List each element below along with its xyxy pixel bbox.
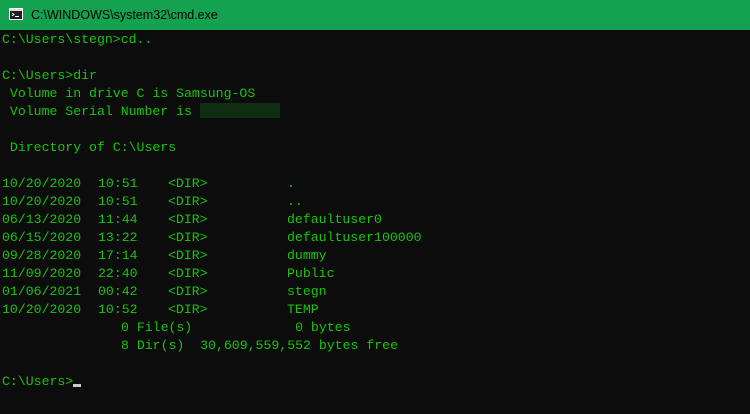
- redacted-serial-number: [199, 103, 280, 118]
- dirs-summary-line: 8 Dir(s) 30,609,559,552 bytes free: [2, 337, 748, 355]
- directory-entry: 10/20/2020 10:51 <DIR> ..: [2, 193, 748, 211]
- text-cursor: [73, 384, 82, 387]
- entry-name: defaultuser0: [287, 212, 382, 227]
- entry-time: 00:42: [98, 284, 138, 299]
- entry-name: .: [287, 176, 295, 191]
- entry-time: 10:51: [98, 194, 138, 209]
- entry-type: <DIR>: [168, 302, 208, 317]
- entry-type: <DIR>: [168, 212, 208, 227]
- directory-entry: 09/28/2020 17:14 <DIR> dummy: [2, 247, 748, 265]
- directory-entry: 11/09/2020 22:40 <DIR> Public: [2, 265, 748, 283]
- entry-type: <DIR>: [168, 248, 208, 263]
- command-line-dir: C:\Users>dir: [2, 68, 97, 83]
- serial-number-line: Volume Serial Number is: [2, 103, 748, 121]
- command-line-cd: C:\Users\stegn>cd..: [2, 32, 153, 47]
- directory-entry: 01/06/2021 00:42 <DIR> stegn: [2, 283, 748, 301]
- entry-name: TEMP: [287, 302, 319, 317]
- directory-entry: 10/20/2020 10:52 <DIR> TEMP: [2, 301, 748, 319]
- volume-label-line: Volume in drive C is Samsung-OS: [2, 86, 256, 101]
- entry-date: 09/28/2020: [2, 248, 82, 263]
- prompt-line[interactable]: C:\Users>: [2, 373, 748, 391]
- entry-date: 10/20/2020: [2, 194, 82, 209]
- entry-type: <DIR>: [168, 230, 208, 245]
- files-summary: 0 File(s) 0 bytes: [121, 320, 351, 335]
- window-title: C:\WINDOWS\system32\cmd.exe: [31, 8, 218, 22]
- cmd-icon: [9, 8, 23, 20]
- directory-entry: 06/13/2020 11:44 <DIR> defaultuser0: [2, 211, 748, 229]
- directory-of-line: Directory of C:\Users: [2, 140, 177, 155]
- entry-type: <DIR>: [168, 266, 208, 281]
- entry-time: 13:22: [98, 230, 138, 245]
- directory-entry: 10/20/2020 10:51 <DIR> .: [2, 175, 748, 193]
- entry-time: 10:52: [98, 302, 138, 317]
- files-summary-line: 0 File(s) 0 bytes: [2, 319, 748, 337]
- cmd-window: C:\WINDOWS\system32\cmd.exe C:\Users\ste…: [0, 0, 750, 414]
- entry-name: defaultuser100000: [287, 230, 422, 245]
- entry-time: 10:51: [98, 176, 138, 191]
- entry-date: 10/20/2020: [2, 176, 82, 191]
- entry-name: Public: [287, 266, 335, 281]
- entry-time: 22:40: [98, 266, 138, 281]
- console-output[interactable]: C:\Users\stegn>cd.. C:\Users>dir Volume …: [2, 31, 748, 414]
- entry-date: 11/09/2020: [2, 266, 82, 281]
- entry-name: dummy: [287, 248, 327, 263]
- title-bar[interactable]: C:\WINDOWS\system32\cmd.exe: [0, 0, 750, 30]
- entry-date: 06/13/2020: [2, 212, 82, 227]
- entry-name: ..: [287, 194, 303, 209]
- entry-type: <DIR>: [168, 284, 208, 299]
- entry-date: 10/20/2020: [2, 302, 82, 317]
- dirs-summary: 8 Dir(s) 30,609,559,552 bytes free: [121, 338, 398, 353]
- directory-entry: 06/15/2020 13:22 <DIR> defaultuser100000: [2, 229, 748, 247]
- entry-type: <DIR>: [168, 194, 208, 209]
- serial-number-label: Volume Serial Number is: [2, 104, 200, 119]
- entry-date: 01/06/2021: [2, 284, 82, 299]
- entry-time: 11:44: [98, 212, 138, 227]
- entry-name: stegn: [287, 284, 327, 299]
- entry-date: 06/15/2020: [2, 230, 82, 245]
- entry-type: <DIR>: [168, 176, 208, 191]
- entry-time: 17:14: [98, 248, 138, 263]
